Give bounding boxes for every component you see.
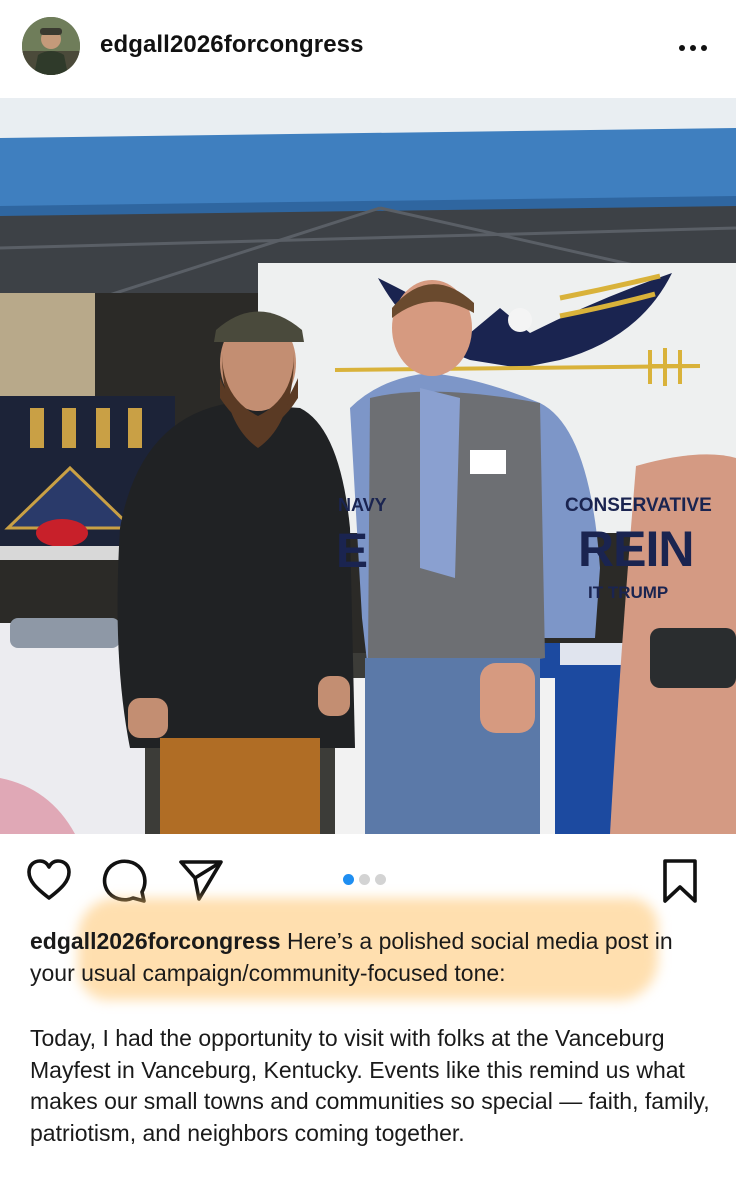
carousel-dot bbox=[375, 874, 386, 885]
caption-username[interactable]: edgall2026forcongress bbox=[30, 928, 281, 954]
post-header: edgall2026forcongress bbox=[0, 0, 736, 98]
profile-avatar[interactable] bbox=[22, 17, 80, 75]
banner-text-name-right: REIN bbox=[578, 521, 694, 577]
carousel-dot bbox=[359, 874, 370, 885]
more-horizontal-icon[interactable] bbox=[676, 40, 716, 56]
caption-body: Today, I had the opportunity to visit wi… bbox=[30, 1025, 710, 1146]
carousel-dot-active bbox=[343, 874, 354, 885]
send-icon[interactable] bbox=[178, 858, 224, 902]
post-photo[interactable]: NAVY CONSERVATIVE E REIN IT TRUMP bbox=[0, 98, 736, 834]
photo-scene bbox=[0, 98, 736, 834]
banner-text-navy: NAVY bbox=[338, 495, 387, 515]
heart-icon[interactable] bbox=[26, 858, 72, 902]
carousel-indicator bbox=[343, 872, 391, 885]
banner-text-name-left: E bbox=[336, 525, 369, 578]
banner-text-conservative: CONSERVATIVE bbox=[565, 495, 712, 516]
header-username[interactable]: edgall2026forcongress bbox=[100, 31, 364, 59]
post-caption: edgall2026forcongress Here’s a polished … bbox=[30, 926, 710, 1149]
bookmark-icon[interactable] bbox=[660, 858, 700, 904]
banner-text-tagline: IT TRUMP bbox=[588, 583, 669, 602]
